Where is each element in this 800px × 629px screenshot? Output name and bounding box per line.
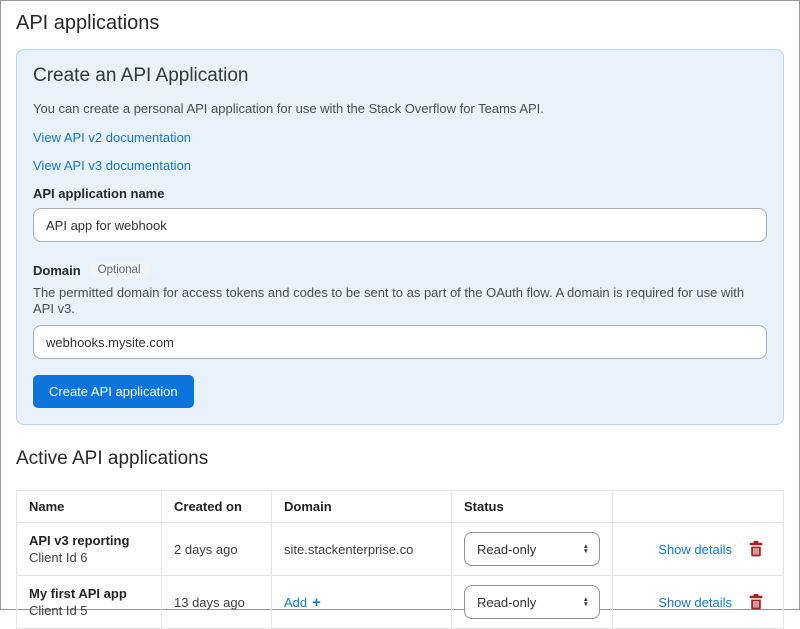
active-applications-table: Name Created on Domain Status API v3 rep… <box>16 490 784 629</box>
status-select[interactable]: Read-only ▲ ▼ <box>464 585 600 619</box>
create-panel-heading: Create an API Application <box>33 64 767 87</box>
api-application-name-input[interactable] <box>33 208 767 242</box>
trash-icon <box>749 541 763 557</box>
name-field-label: API application name <box>33 186 164 202</box>
plus-icon: + <box>312 596 321 609</box>
status-select-value: Read-only <box>477 542 536 557</box>
header-name: Name <box>17 491 162 523</box>
app-name: My first API app <box>29 585 149 602</box>
table-row: My first API app Client Id 5 13 days ago… <box>17 576 784 629</box>
header-status: Status <box>452 491 613 523</box>
table-header-row: Name Created on Domain Status <box>17 491 784 523</box>
show-details-link[interactable]: Show details <box>658 542 732 557</box>
api-v2-docs-link[interactable]: View API v2 documentation <box>33 130 191 146</box>
delete-application-button[interactable] <box>749 594 763 610</box>
app-name: API v3 reporting <box>29 532 149 549</box>
header-domain: Domain <box>272 491 452 523</box>
create-api-application-button[interactable]: Create API application <box>33 375 194 408</box>
app-client-id: Client Id 5 <box>29 602 149 619</box>
status-select[interactable]: Read-only ▲ ▼ <box>464 532 600 566</box>
domain-field-label-row: Domain Optional <box>33 262 767 279</box>
header-actions <box>613 491 784 523</box>
status-select-value: Read-only <box>477 595 536 610</box>
app-domain: site.stackenterprise.co <box>272 523 452 576</box>
row-actions: Show details <box>625 541 771 557</box>
app-created-on: 13 days ago <box>162 576 272 629</box>
domain-field-label: Domain <box>33 263 81 279</box>
trash-icon <box>749 594 763 610</box>
add-domain-label: Add <box>284 595 307 610</box>
select-updown-icon: ▲ ▼ <box>583 597 589 608</box>
header-created-on: Created on <box>162 491 272 523</box>
select-updown-icon: ▲ ▼ <box>583 544 589 555</box>
optional-badge: Optional <box>89 262 150 279</box>
app-client-id: Client Id 6 <box>29 549 149 566</box>
create-panel-description: You can create a personal API applicatio… <box>33 101 767 117</box>
add-domain-link[interactable]: Add + <box>284 595 321 610</box>
row-actions: Show details <box>625 594 771 610</box>
create-api-application-panel: Create an API Application You can create… <box>16 49 784 425</box>
delete-application-button[interactable] <box>749 541 763 557</box>
table-row: API v3 reporting Client Id 6 2 days ago … <box>17 523 784 576</box>
page-title: API applications <box>16 12 784 35</box>
domain-input[interactable] <box>33 325 767 359</box>
app-created-on: 2 days ago <box>162 523 272 576</box>
api-v3-docs-link[interactable]: View API v3 documentation <box>33 158 191 174</box>
active-applications-heading: Active API applications <box>16 447 784 470</box>
name-field-label-row: API application name <box>33 186 767 202</box>
domain-help-text: The permitted domain for access tokens a… <box>33 285 767 317</box>
show-details-link[interactable]: Show details <box>658 595 732 610</box>
api-applications-page: API applications Create an API Applicati… <box>1 1 799 629</box>
